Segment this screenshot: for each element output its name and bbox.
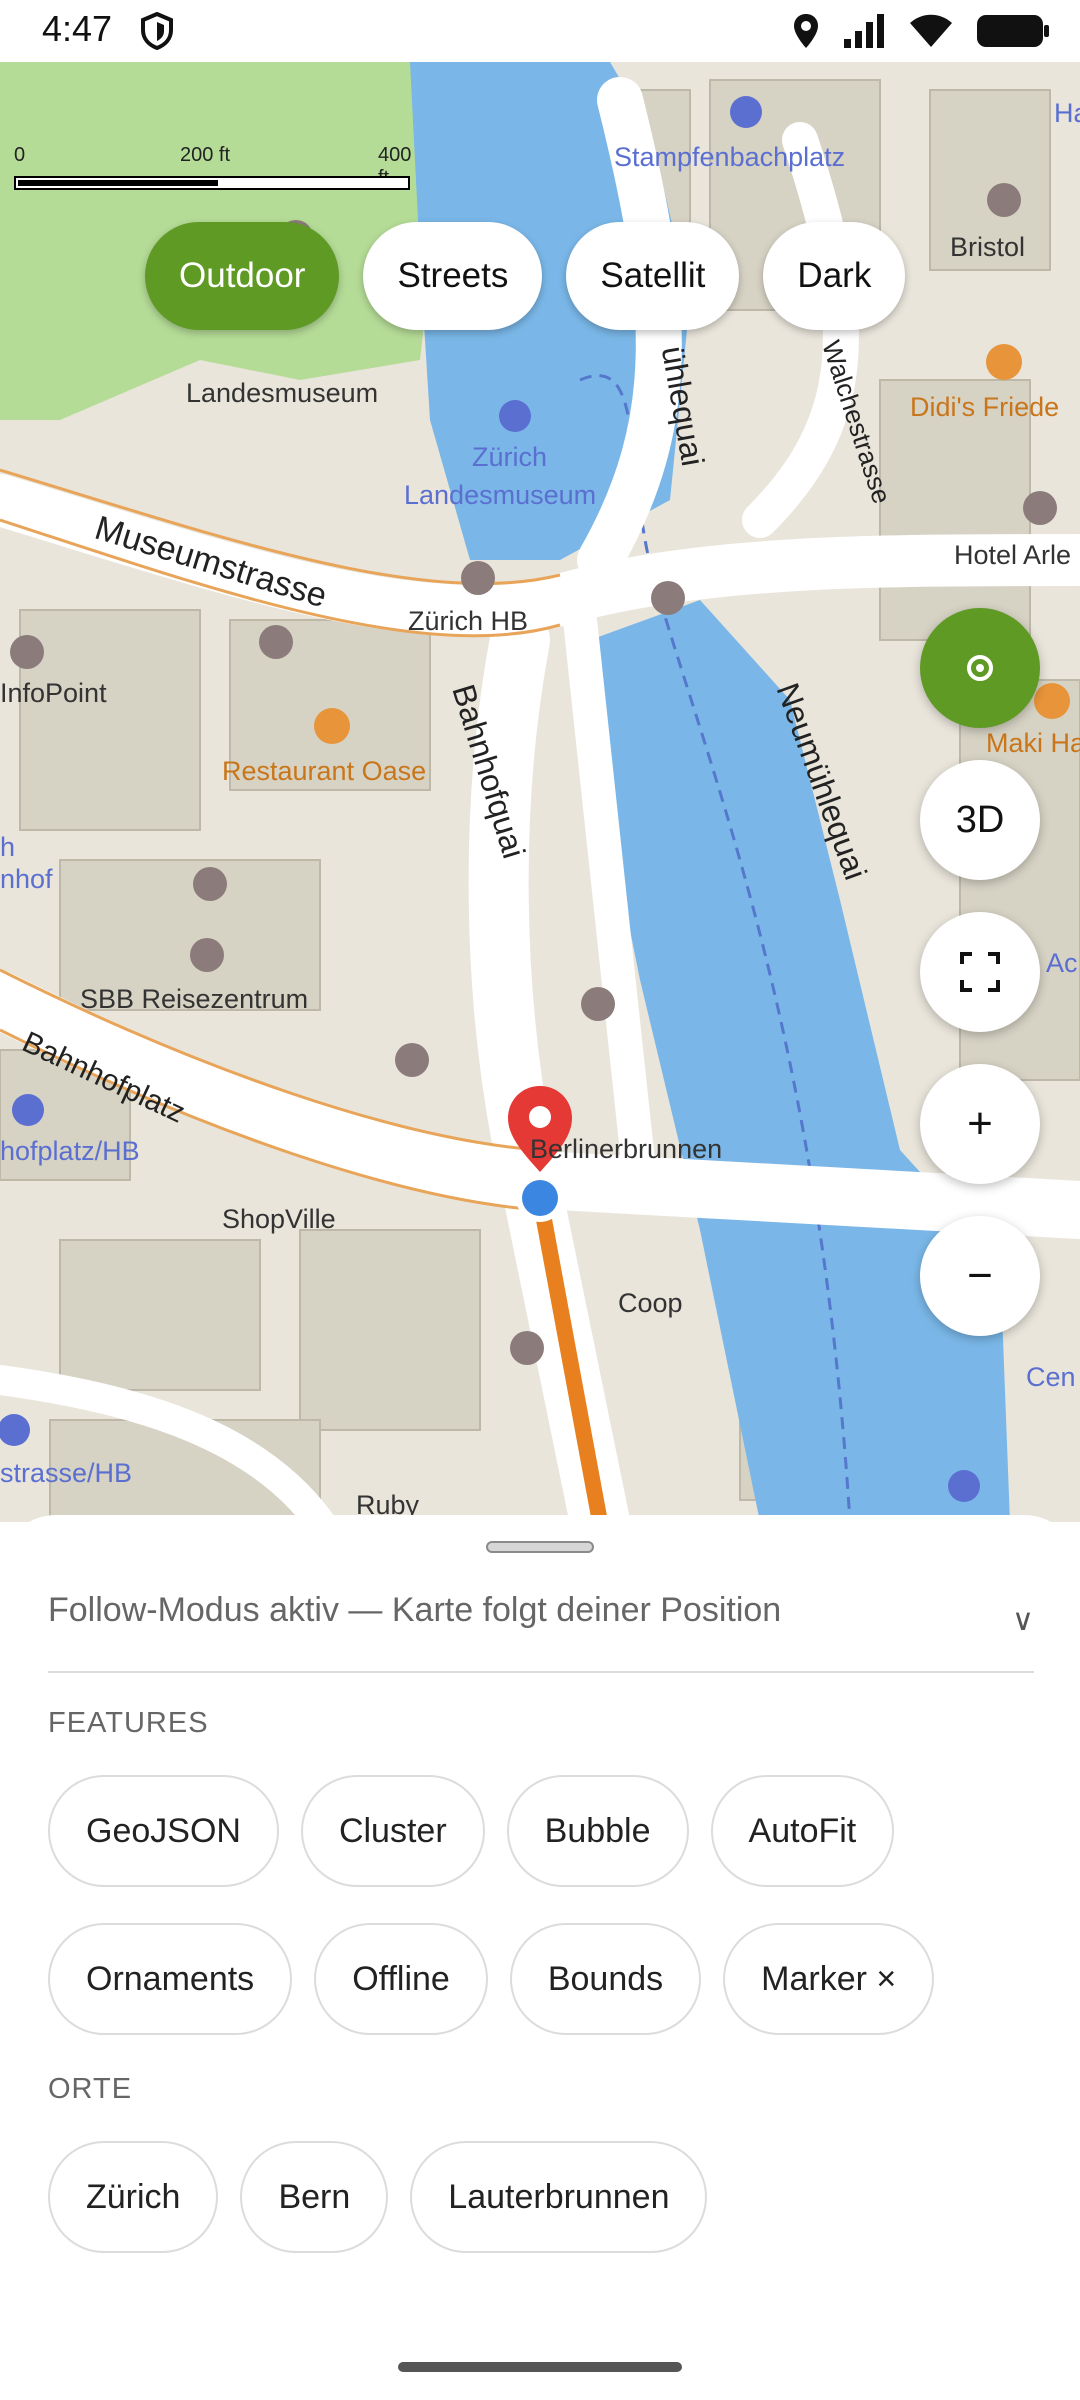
map-label-maki: Maki Ha (986, 728, 1080, 758)
divider (48, 1671, 1034, 1673)
scale-bar-graphic (14, 176, 410, 190)
place-lauterbrunnen-chip[interactable]: Lauterbrunnen (410, 2141, 708, 2253)
style-streets-button[interactable]: Streets (363, 222, 543, 330)
map-style-selector: Outdoor Streets Satellit Dark (145, 222, 906, 330)
status-time: 4:47 (42, 8, 113, 49)
feature-offline-chip[interactable]: Offline (314, 1923, 488, 2035)
style-satellit-button[interactable]: Satellit (566, 222, 740, 330)
places-row: Zürich Bern Lauterbrunnen (48, 2141, 708, 2253)
follow-location-button[interactable] (920, 608, 1040, 728)
map-label-shopville: ShopVille (222, 1204, 336, 1234)
map-label-hotel-arle: Hotel Arle (954, 540, 1072, 570)
map-label-restaurant-oase: Restaurant Oase (222, 756, 427, 786)
place-zurich-chip[interactable]: Zürich (48, 2141, 219, 2253)
signal-icon (844, 14, 884, 48)
feature-cluster-chip[interactable]: Cluster (300, 1775, 485, 1887)
features-row-1: GeoJSON Cluster Bubble AutoFit (48, 1775, 895, 1887)
scale-label-0: 0 (14, 144, 26, 166)
map-label-landesmuseum: Landesmuseum (186, 378, 379, 408)
style-dark-button[interactable]: Dark (763, 222, 906, 330)
map-label-coop: Coop (618, 1288, 683, 1318)
features-row-2: Ornaments Offline Bounds Marker × (48, 1923, 935, 2035)
map-label-berlinerbrunnen: Berlinerbrunnen (530, 1134, 723, 1164)
map-label-zurich: Zürich (472, 442, 548, 472)
feature-ornaments-chip[interactable]: Ornaments (48, 1923, 293, 2035)
scale-bar: 0 200 ft 400 ft (10, 134, 414, 194)
places-heading: ORTE (48, 2073, 133, 2105)
map-label-zurich-hb: Zürich HB (408, 606, 529, 636)
follow-mode-status: Follow-Modus aktiv — Karte folgt deiner … (48, 1591, 782, 1629)
shield-icon (141, 12, 173, 50)
chevron-down-icon[interactable]: ∨ (1012, 1603, 1034, 1638)
map-label-bristol: Bristol (950, 232, 1026, 262)
map-label-cen: Cen (1026, 1362, 1076, 1392)
scale-label-200: 200 ft (180, 144, 231, 166)
sheet-drag-handle[interactable] (486, 1541, 594, 1553)
status-bar: 4:47 (0, 0, 1080, 62)
map-label-nhof: nhof (0, 864, 53, 894)
bottom-sheet: Follow-Modus aktiv — Karte folgt deiner … (0, 1515, 1080, 2400)
battery-icon (977, 15, 1049, 47)
home-indicator[interactable] (398, 2362, 682, 2372)
map-label-zurich-landesmuseum: Landesmuseum (404, 480, 597, 510)
map-label-stampfenbachplatz: Stampfenbachplatz (614, 142, 846, 172)
feature-geojson-chip[interactable]: GeoJSON (48, 1775, 279, 1887)
wifi-icon (910, 14, 952, 47)
features-heading: FEATURES (48, 1707, 209, 1739)
feature-bounds-chip[interactable]: Bounds (509, 1923, 702, 2035)
fullscreen-button[interactable] (920, 912, 1040, 1032)
location-icon (794, 14, 818, 48)
3d-toggle-button[interactable]: 3D (920, 760, 1040, 880)
feature-autofit-chip[interactable]: AutoFit (710, 1775, 895, 1887)
target-icon (967, 655, 993, 681)
map-label-ha: Ha (1054, 98, 1080, 128)
style-outdoor-button[interactable]: Outdoor (145, 222, 340, 330)
map-label-strasse-hb: strasse/HB (0, 1458, 133, 1488)
feature-bubble-chip[interactable]: Bubble (506, 1775, 689, 1887)
zoom-in-button[interactable]: + (920, 1064, 1040, 1184)
fullscreen-icon (960, 952, 1000, 992)
zoom-out-button[interactable]: − (920, 1216, 1040, 1336)
feature-marker-remove-chip[interactable]: Marker × (723, 1923, 935, 2035)
map-label-hofplatz: hofplatz/HB (0, 1136, 140, 1166)
map-label-sbb: SBB Reisezentrum (80, 984, 309, 1014)
map-label-ac: Ac (1046, 948, 1078, 978)
map-label-infopoint: InfoPoint (0, 678, 107, 708)
map-label-didis: Didi's Friede (910, 392, 1060, 422)
place-bern-chip[interactable]: Bern (240, 2141, 389, 2253)
